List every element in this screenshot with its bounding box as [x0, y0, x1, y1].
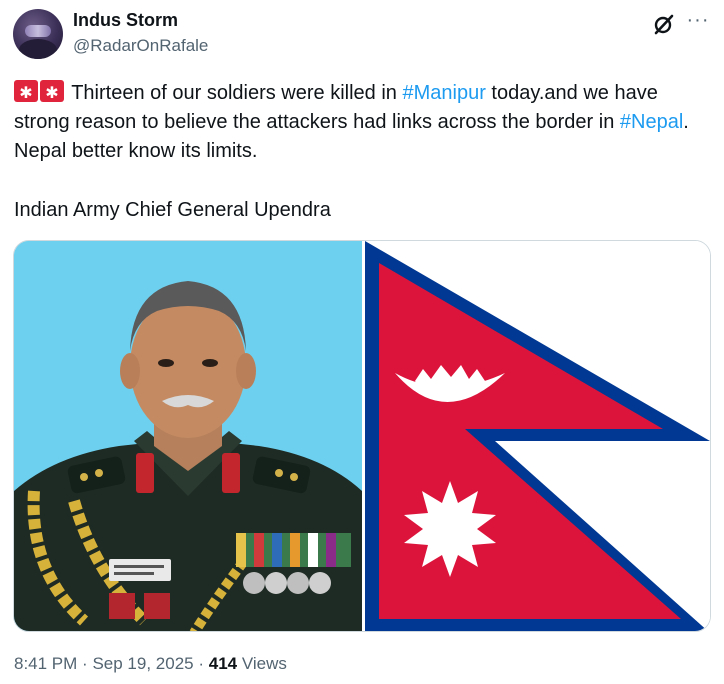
tweet-text: Thirteen of our soldiers were killed in … [14, 79, 714, 166]
nepal-flag[interactable] [365, 241, 710, 631]
views-count: 414 [208, 654, 238, 673]
police-car-light-emoji [14, 79, 38, 108]
tweet-time[interactable]: 8:41 PM [14, 654, 77, 673]
footer-separator: · [82, 654, 88, 673]
hashtag-manipur[interactable]: #Manipur [402, 82, 485, 104]
media-grid [13, 240, 711, 632]
grok-icon[interactable] [652, 12, 676, 36]
police-car-light-emoji [40, 79, 64, 108]
views-label: Views [241, 654, 287, 673]
avatar-body [19, 39, 57, 59]
tweet-date[interactable]: Sep 19, 2025 [92, 654, 193, 673]
tweet-signature: Indian Army Chief General Upendra [14, 199, 331, 221]
avatar-visor [25, 25, 51, 37]
more-options-icon[interactable]: ··· [684, 8, 712, 32]
author-name[interactable]: Indus Storm [73, 10, 178, 31]
footer-separator: · [198, 654, 205, 673]
author-handle[interactable]: @RadarOnRafale [73, 36, 208, 56]
hashtag-nepal[interactable]: #Nepal [620, 111, 683, 133]
tweet-text-part: Thirteen of our soldiers were killed in [71, 82, 403, 104]
army-officer-photo[interactable] [14, 241, 362, 631]
tweet-footer: 8:41 PM · Sep 19, 2025 · 414 Views [14, 654, 287, 674]
tweet-card: Indus Storm @RadarOnRafale ··· Thirteen … [0, 0, 724, 684]
avatar[interactable] [13, 9, 63, 59]
